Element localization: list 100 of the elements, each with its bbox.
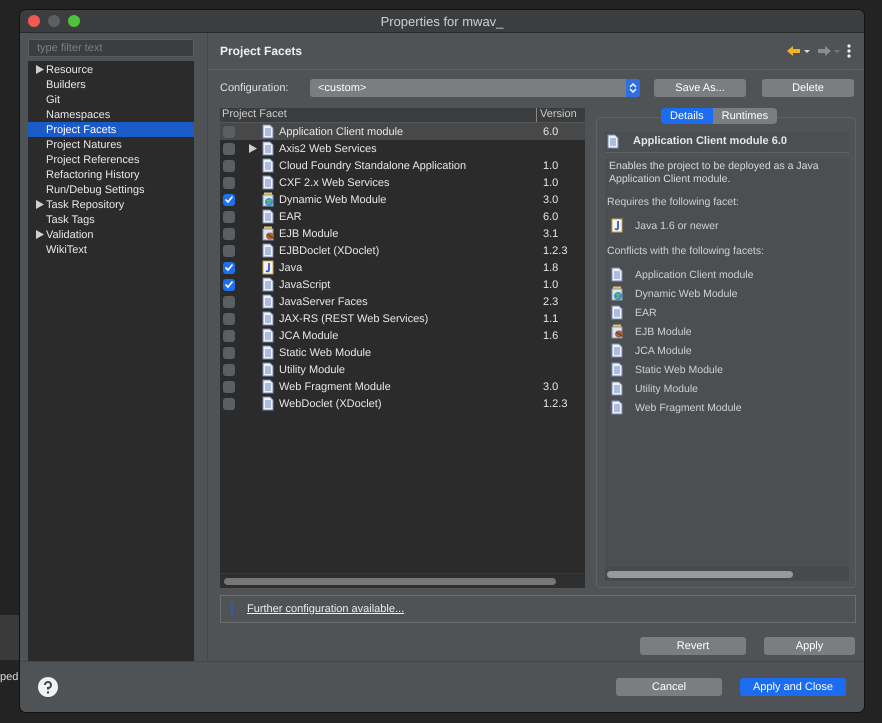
back-arrow-icon[interactable]	[786, 44, 812, 58]
document-icon	[262, 328, 274, 343]
config-button[interactable]: Save As...	[654, 79, 746, 97]
sidebar-item[interactable]: Task Repository	[28, 197, 194, 212]
table-row[interactable]: JCA Module 1.6	[220, 327, 585, 344]
expand-arrow-icon[interactable]	[36, 230, 44, 239]
filter-field[interactable]: type filter text	[28, 39, 194, 57]
facet-name: JCA Module	[279, 330, 340, 342]
table-row[interactable]: JAX-RS (REST Web Services) 1.1	[220, 310, 585, 327]
facet-name: Cloud Foundry Standalone Application	[279, 160, 468, 172]
facet-version: 1.0	[543, 176, 558, 188]
checkbox[interactable]	[223, 210, 235, 222]
table-row[interactable]: Cloud Foundry Standalone Application 1.0	[220, 157, 585, 174]
column-header[interactable]: Project Facet	[220, 108, 536, 122]
facet-name: Dynamic Web Module	[635, 288, 738, 300]
table-row[interactable]: JavaScript 1.0	[220, 276, 585, 293]
facet-name: Utility Module	[279, 364, 346, 376]
tab[interactable]: Details	[661, 108, 713, 124]
table-row[interactable]: Utility Module	[220, 361, 585, 378]
checkbox[interactable]	[223, 194, 235, 206]
checkbox[interactable]	[223, 262, 235, 274]
table-row[interactable]: EAR 6.0	[220, 208, 585, 225]
minimize-button[interactable]	[48, 15, 60, 27]
sidebar-item[interactable]: Task Tags	[28, 212, 194, 227]
jar-bean-icon	[611, 324, 623, 339]
sidebar-item[interactable]: WikiText	[28, 242, 194, 257]
sidebar-item[interactable]: Git	[28, 92, 194, 107]
expand-arrow-icon[interactable]	[36, 65, 44, 74]
table-row[interactable]: Axis2 Web Services	[220, 140, 585, 157]
checkbox[interactable]	[223, 176, 235, 188]
checkbox[interactable]	[223, 160, 235, 172]
column-header[interactable]: Version	[536, 108, 577, 122]
checkbox[interactable]	[223, 278, 235, 290]
checkbox[interactable]	[223, 364, 235, 376]
checkbox[interactable]	[223, 244, 235, 256]
checkbox[interactable]	[223, 398, 235, 410]
facet-name: Static Web Module	[635, 364, 723, 376]
table-row[interactable]: Static Web Module	[220, 344, 585, 361]
checkbox[interactable]	[223, 296, 235, 308]
checkbox[interactable]	[223, 346, 235, 358]
table-row[interactable]: JavaServer Faces 2.3	[220, 293, 585, 310]
scrollbar-thumb[interactable]	[607, 570, 793, 578]
config-button[interactable]: Delete	[762, 79, 854, 97]
table-row[interactable]: CXF 2.x Web Services 1.0	[220, 174, 585, 191]
document-icon	[262, 294, 274, 309]
facet-name: JavaServer Faces	[279, 296, 369, 308]
background-text: ped	[0, 671, 18, 683]
sidebar-item[interactable]: Refactoring History	[28, 167, 194, 182]
facet-name: JAX-RS (REST Web Services)	[279, 312, 430, 324]
dialog-button[interactable]: Cancel	[616, 678, 722, 696]
table-row[interactable]: Web Fragment Module 3.0	[220, 378, 585, 395]
table-row[interactable]: Dynamic Web Module 3.0	[220, 191, 585, 208]
checkbox[interactable]	[223, 330, 235, 342]
page-title: Project Facets	[220, 44, 302, 58]
zoom-button[interactable]	[68, 15, 80, 27]
checkbox[interactable]	[223, 228, 235, 240]
checkbox[interactable]	[223, 126, 235, 138]
sidebar-item[interactable]: Project Natures	[28, 137, 194, 152]
close-button[interactable]	[28, 15, 40, 27]
facet-name: Web Fragment Module	[279, 380, 392, 392]
facet-version: 3.1	[543, 228, 558, 240]
scrollbar-thumb[interactable]	[224, 578, 556, 584]
sidebar-item[interactable]: Namespaces	[28, 107, 194, 122]
table-row[interactable]: EJBDoclet (XDoclet) 1.2.3	[220, 242, 585, 259]
table-row[interactable]: Java 1.8	[220, 259, 585, 276]
facet-version: 6.0	[543, 126, 558, 138]
sidebar-item[interactable]: Resource	[28, 62, 194, 77]
facet-name: EAR	[279, 210, 303, 222]
table-row[interactable]: EJB Module 3.1	[220, 225, 585, 242]
action-button[interactable]: Apply	[764, 637, 855, 655]
menu-icon[interactable]	[846, 43, 852, 59]
table-row[interactable]: WebDoclet (XDoclet) 1.2.3	[220, 395, 585, 412]
facet-name: Dynamic Web Module	[279, 194, 388, 206]
dialog-button[interactable]: Apply and Close	[740, 678, 846, 696]
facet-version: 1.0	[543, 160, 558, 172]
sidebar-item[interactable]: Project Facets	[28, 122, 194, 137]
checkbox[interactable]	[223, 312, 235, 324]
jar-globe-icon	[262, 192, 274, 207]
expand-arrow-icon[interactable]	[36, 200, 44, 209]
table-row[interactable]: Application Client module 6.0	[220, 123, 585, 140]
sidebar-item[interactable]: Validation	[28, 227, 194, 242]
action-button[interactable]: Revert	[640, 637, 746, 655]
help-icon[interactable]	[38, 677, 58, 697]
expand-arrow-icon[interactable]	[249, 144, 257, 153]
sidebar-item[interactable]: Project References	[28, 152, 194, 167]
stepper-icon	[629, 82, 637, 94]
sidebar-item[interactable]: Run/Debug Settings	[28, 182, 194, 197]
facet-version: 1.0	[543, 278, 558, 290]
facet-version: 1.6	[543, 330, 558, 342]
checkbox[interactable]	[223, 380, 235, 392]
sidebar-item[interactable]: Builders	[28, 77, 194, 92]
document-icon	[262, 277, 274, 292]
facet-name: Java 1.6 or newer	[635, 220, 718, 232]
further-configuration-link[interactable]: Further configuration available...	[247, 603, 404, 615]
document-icon	[611, 343, 623, 358]
tab[interactable]: Runtimes	[712, 108, 778, 124]
checkbox[interactable]	[223, 142, 235, 154]
facet-name: Application Client module	[635, 268, 754, 280]
facet-name: EAR	[635, 306, 657, 318]
configuration-dropdown[interactable]: <custom>	[310, 79, 640, 97]
